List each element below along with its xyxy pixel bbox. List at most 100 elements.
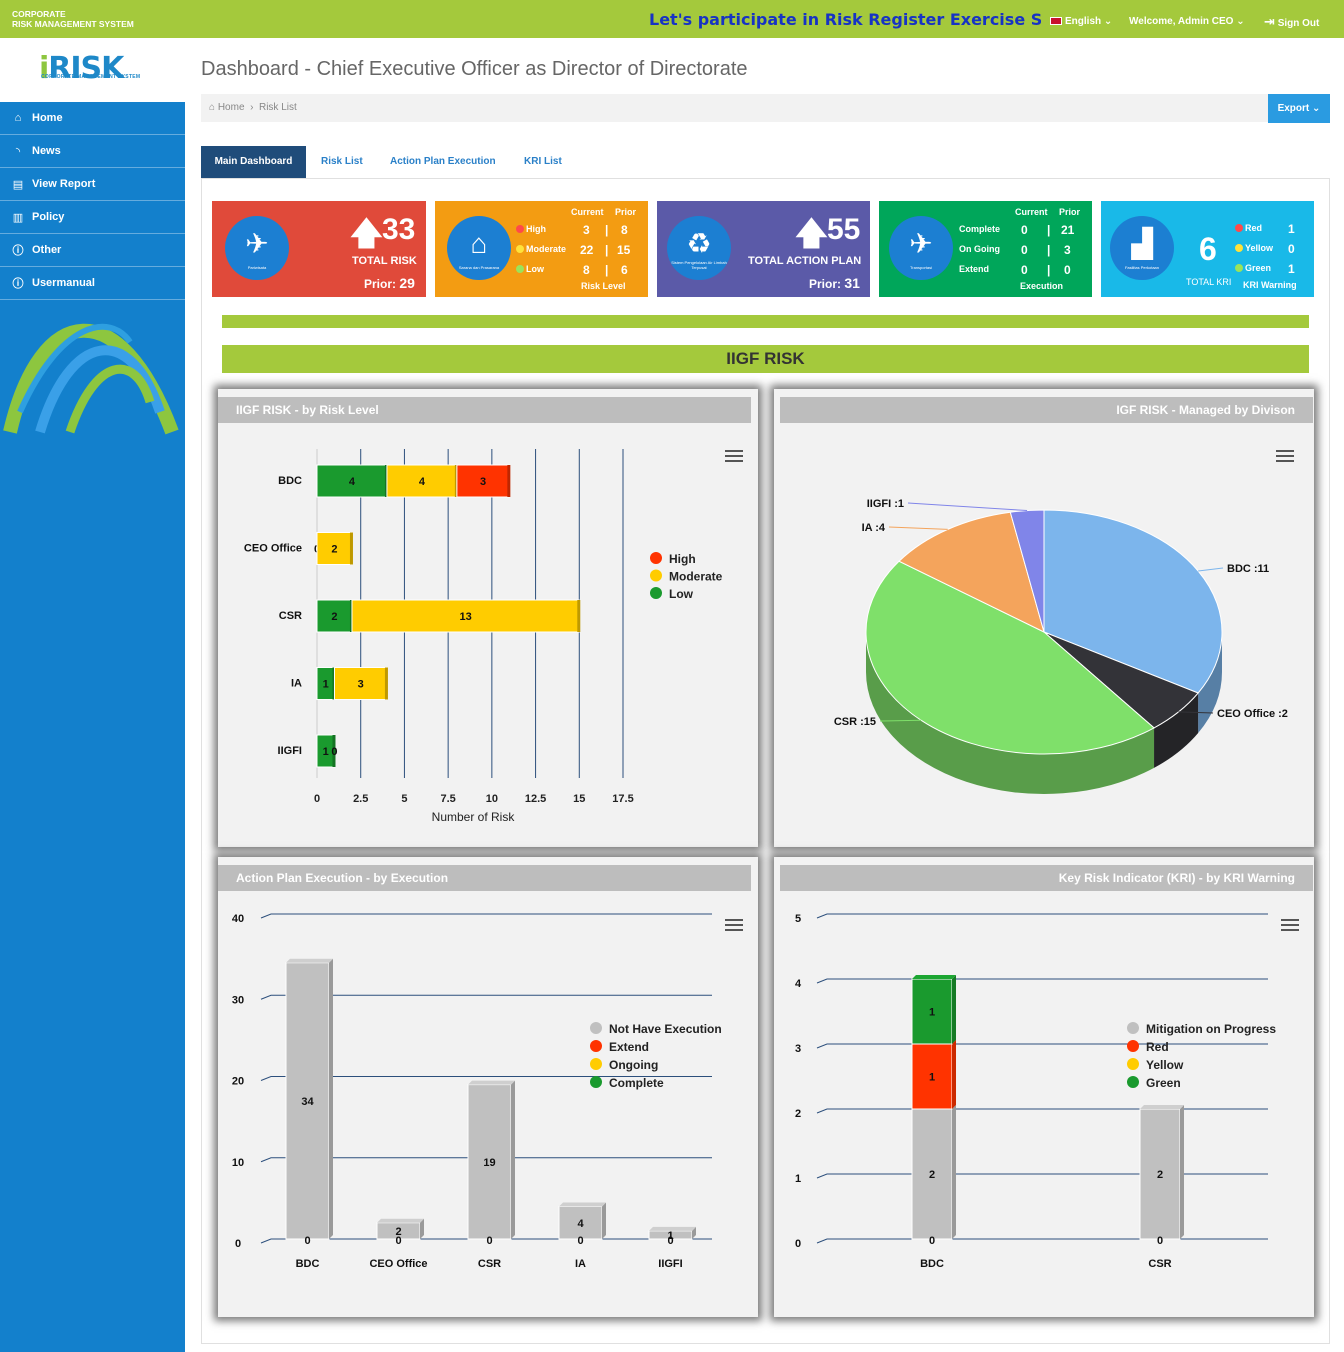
info-icon: ⓘ: [12, 245, 24, 257]
pie-label: CEO Office :2: [1217, 708, 1288, 720]
sign-out-icon: ⇥: [1264, 14, 1275, 29]
data-label: 0: [1157, 1235, 1163, 1247]
bar-segment-top: [1140, 1105, 1184, 1109]
bar-segment-top: [912, 975, 956, 979]
x-category-label: IA: [575, 1258, 586, 1270]
bar-segment-side: [329, 958, 333, 1239]
legend-label: Complete: [609, 1076, 664, 1090]
bar-segment-side: [507, 465, 511, 497]
data-label: 2: [929, 1169, 935, 1181]
data-label: 0: [395, 1235, 401, 1247]
tab-kri-list[interactable]: KRI List: [524, 146, 562, 178]
chevron-down-icon: ⌄: [1312, 103, 1321, 114]
legend-label: Low: [669, 587, 694, 601]
uk-flag-icon: [1050, 17, 1062, 25]
sidebar: ⌂ Home ◝ News ▤ View Report ▥ Policy ⓘ Other …: [0, 102, 185, 1352]
bar-segment-side: [952, 1040, 956, 1109]
pie-label: IIGFI :1: [867, 498, 904, 510]
data-label: 4: [419, 476, 426, 488]
x-tick-label: 17.5: [612, 793, 633, 805]
y-tick-label: 40: [232, 913, 244, 925]
total-risk-card[interactable]: ✈ Pariwisata 🡅 33 TOTAL RISK Prior: 29: [212, 201, 426, 297]
y-category-label: IA: [291, 678, 302, 690]
x-axis-title: Number of Risk: [432, 810, 516, 824]
total-action-value: 55: [827, 213, 861, 246]
current-header: Current: [571, 207, 604, 217]
data-label: 1: [323, 746, 329, 758]
panel-managed-by-division: IGF RISK - Managed by Divison BDC :11 CEO…: [774, 389, 1314, 847]
bar-segment-top: [559, 1202, 606, 1207]
row-label: Moderate: [526, 244, 567, 254]
row-current: 0: [1021, 243, 1028, 257]
sidebar-item-label: Home: [32, 112, 63, 124]
data-label: 0: [486, 1235, 492, 1247]
y-tick-label: 10: [232, 1157, 244, 1169]
y-tick-label: 0: [795, 1238, 801, 1250]
row-label: Yellow: [1245, 243, 1274, 253]
data-label: 13: [460, 611, 472, 623]
prior-value: 29: [399, 275, 415, 291]
pie-connector: [888, 526, 948, 530]
data-label: 19: [483, 1157, 495, 1169]
rss-icon: ◝: [15, 145, 21, 158]
legend-marker: [1127, 1040, 1139, 1052]
row-prior: 0: [1064, 263, 1071, 277]
row-label: Green: [1245, 263, 1272, 273]
kri-value: 6: [1199, 231, 1217, 267]
row-current: 3: [583, 223, 590, 237]
home-icon: ⌂: [209, 102, 216, 113]
row-label: Low: [526, 264, 544, 274]
sidebar-item-news[interactable]: ◝ News: [0, 135, 185, 168]
breadcrumb-home[interactable]: Home: [218, 102, 245, 113]
sign-out-button[interactable]: ⇥ Sign Out: [1264, 14, 1319, 30]
prior-label: Prior:: [809, 277, 842, 291]
legend-label: High: [669, 552, 696, 566]
legend-label: Moderate: [669, 570, 723, 584]
y-tick-label: 2: [795, 1108, 801, 1120]
y-tick-label: 5: [795, 913, 801, 925]
prior-value: 31: [844, 275, 860, 291]
y-tick-label: 0: [235, 1238, 241, 1250]
tab-risk-list[interactable]: Risk List: [321, 146, 363, 178]
grid-line: [816, 1108, 1268, 1114]
row-label: High: [526, 224, 546, 234]
y-category-label: IIGFI: [278, 745, 302, 757]
sidebar-item-policy[interactable]: ▥ Policy: [0, 201, 185, 234]
tab-action-plan-execution[interactable]: Action Plan Execution: [390, 146, 496, 178]
pie-connector: [1198, 567, 1224, 572]
top-bar: CORPORATE RISK MANAGEMENT SYSTEM Let's pa…: [0, 0, 1344, 38]
legend-label: Not Have Execution: [609, 1022, 722, 1036]
x-tick-label: 15: [573, 793, 585, 805]
data-label: 0: [331, 746, 337, 758]
legend-marker: [590, 1076, 602, 1088]
tab-main-dashboard[interactable]: Main Dashboard: [201, 146, 306, 178]
language-label: English: [1065, 16, 1102, 27]
bar-segment-side: [1180, 1105, 1184, 1239]
language-dropdown[interactable]: English ⌄: [1050, 16, 1112, 27]
total-action-plan-card[interactable]: ♻ Sistem Pengelolaan Air Limbah Terpusat …: [657, 201, 870, 297]
execution-card[interactable]: ✈ Transportasi Current Prior Complete 0 |…: [879, 201, 1092, 297]
recycle-icon: ♻ Sistem Pengelolaan Air Limbah Terpusat: [667, 216, 731, 280]
data-label: 1: [929, 1007, 935, 1019]
bar-segment-top: [286, 958, 333, 963]
sidebar-item-home[interactable]: ⌂ Home: [0, 102, 185, 135]
grid-line: [816, 913, 1268, 919]
x-category-label: CEO Office: [369, 1258, 427, 1270]
user-menu[interactable]: Welcome, Admin CEO ⌄: [1129, 16, 1245, 27]
bar-segment-top: [468, 1080, 515, 1085]
risk-level-card[interactable]: ⌂ Sarana dan Prasarana Current Prior High…: [435, 201, 648, 297]
execution-footer: Execution: [1020, 281, 1064, 291]
sidebar-item-other[interactable]: ⓘ Other: [0, 234, 185, 267]
total-action-label: TOTAL ACTION PLAN: [748, 255, 862, 267]
family-icon: ⌂ Sarana dan Prasarana: [447, 216, 511, 280]
icon-caption: Sistem Pengelolaan Air Limbah Terpusat: [671, 260, 727, 270]
city-icon: ▟ Fasilitas Perkotaan: [1110, 216, 1174, 280]
sidebar-item-view-report[interactable]: ▤ View Report: [0, 168, 185, 201]
kri-card[interactable]: ▟ Fasilitas Perkotaan 6 TOTAL KRI Red 1 Y…: [1101, 201, 1314, 297]
logo[interactable]: iRISK CORPORATE MANAGEMENT SYSTEM: [0, 38, 185, 102]
sidebar-item-usermanual[interactable]: ⓘ Usermanual: [0, 267, 185, 300]
export-button[interactable]: Export ⌄: [1268, 94, 1330, 123]
data-label: 2: [331, 544, 337, 556]
data-label: 3: [358, 679, 364, 691]
legend-label: Green: [1146, 1076, 1181, 1090]
